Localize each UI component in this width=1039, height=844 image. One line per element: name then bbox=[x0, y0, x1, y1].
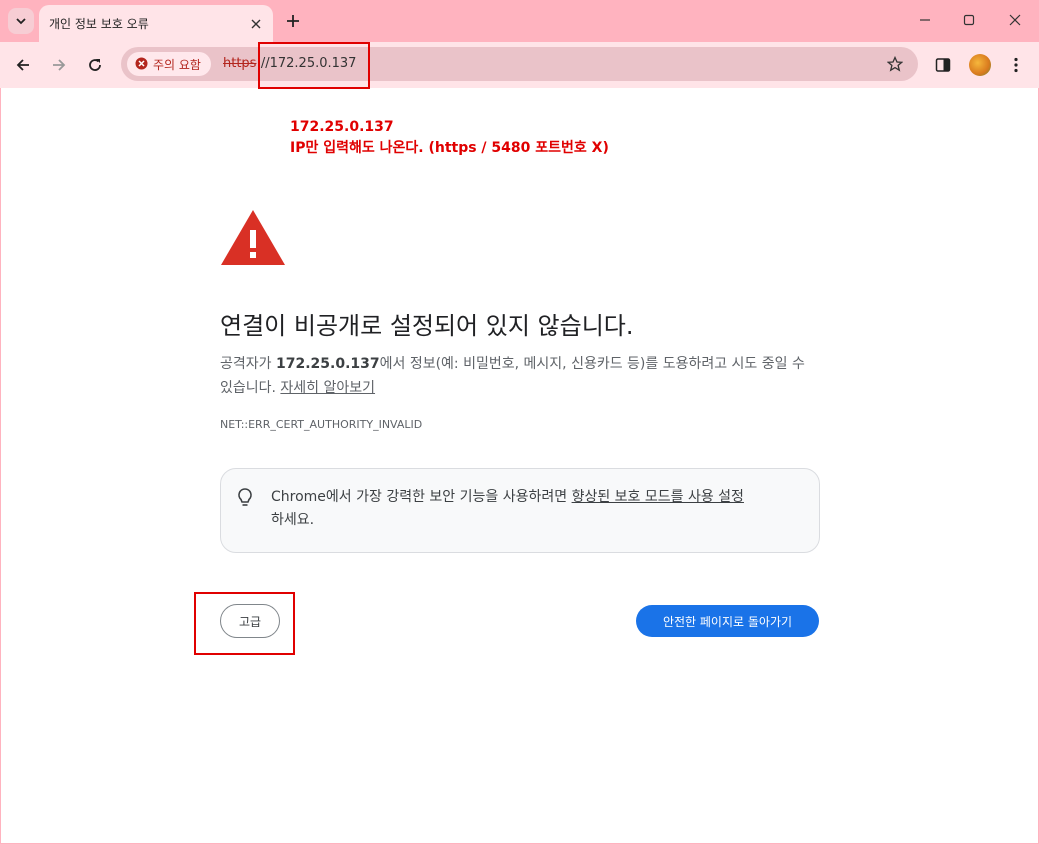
back-icon[interactable] bbox=[9, 51, 37, 79]
maximize-icon[interactable] bbox=[957, 8, 981, 32]
highlight-box-advanced bbox=[194, 592, 295, 655]
browser-window: 개인 정보 보호 오류 주의 요함 https://172.25.0.137 1… bbox=[0, 0, 1039, 844]
url-scheme: https bbox=[223, 56, 257, 71]
omnibox[interactable]: 주의 요함 https://172.25.0.137 bbox=[121, 47, 918, 81]
page-content bbox=[1, 88, 1038, 843]
minimize-icon[interactable] bbox=[913, 8, 937, 32]
tip-text: Chrome에서 가장 강력한 보안 기능을 사용하려면 향상된 보호 모드를 … bbox=[271, 486, 811, 532]
annotation-line-1: 172.25.0.137 bbox=[290, 119, 394, 135]
annotation-text: 172.25.0.137 IP만 입력해도 나온다. (https / 5480… bbox=[290, 117, 609, 159]
warning-triangle-icon bbox=[219, 208, 287, 267]
menu-icon[interactable] bbox=[1002, 51, 1030, 79]
desc-host: 172.25.0.137 bbox=[275, 356, 380, 372]
side-panel-icon[interactable] bbox=[929, 51, 957, 79]
highlight-box-url bbox=[258, 42, 370, 89]
tab-active[interactable]: 개인 정보 보호 오류 bbox=[39, 5, 273, 42]
toolbar: 주의 요함 https://172.25.0.137 bbox=[0, 42, 1039, 88]
close-icon[interactable] bbox=[1003, 8, 1027, 32]
back-to-safety-button[interactable]: 안전한 페이지로 돌아가기 bbox=[636, 605, 819, 637]
error-code: NET::ERR_CERT_AUTHORITY_INVALID bbox=[220, 418, 423, 431]
enhanced-protection-link[interactable]: 향상된 보호 모드를 사용 설정 bbox=[572, 489, 744, 505]
tip-suffix: 하세요. bbox=[271, 512, 315, 528]
profile-avatar[interactable] bbox=[966, 51, 994, 79]
tab-search-icon[interactable] bbox=[8, 8, 34, 34]
tab-title: 개인 정보 보호 오류 bbox=[49, 17, 149, 31]
forward-icon[interactable] bbox=[45, 51, 73, 79]
not-secure-icon bbox=[135, 55, 148, 74]
bookmark-star-icon[interactable] bbox=[884, 53, 906, 75]
tab-strip: 개인 정보 보호 오류 bbox=[0, 0, 1039, 42]
tip-prefix: Chrome에서 가장 강력한 보안 기능을 사용하려면 bbox=[271, 489, 572, 505]
close-icon[interactable] bbox=[247, 15, 265, 33]
safe-browsing-tip: Chrome에서 가장 강력한 보안 기능을 사용하려면 향상된 보호 모드를 … bbox=[220, 468, 820, 553]
reload-icon[interactable] bbox=[81, 51, 109, 79]
security-chip[interactable]: 주의 요함 bbox=[127, 52, 211, 76]
annotation-line-2: IP만 입력해도 나온다. (https / 5480 포트번호 X) bbox=[290, 140, 609, 156]
page-title: 연결이 비공개로 설정되어 있지 않습니다. bbox=[220, 312, 634, 340]
desc-prefix: 공격자가 bbox=[220, 356, 276, 372]
security-chip-label: 주의 요함 bbox=[153, 57, 201, 72]
lightbulb-icon bbox=[235, 487, 255, 509]
error-description: 공격자가 172.25.0.137에서 정보(예: 비밀번호, 메시지, 신용카… bbox=[220, 352, 820, 400]
learn-more-link[interactable]: 자세히 알아보기 bbox=[280, 380, 375, 396]
new-tab-icon[interactable] bbox=[282, 10, 304, 32]
